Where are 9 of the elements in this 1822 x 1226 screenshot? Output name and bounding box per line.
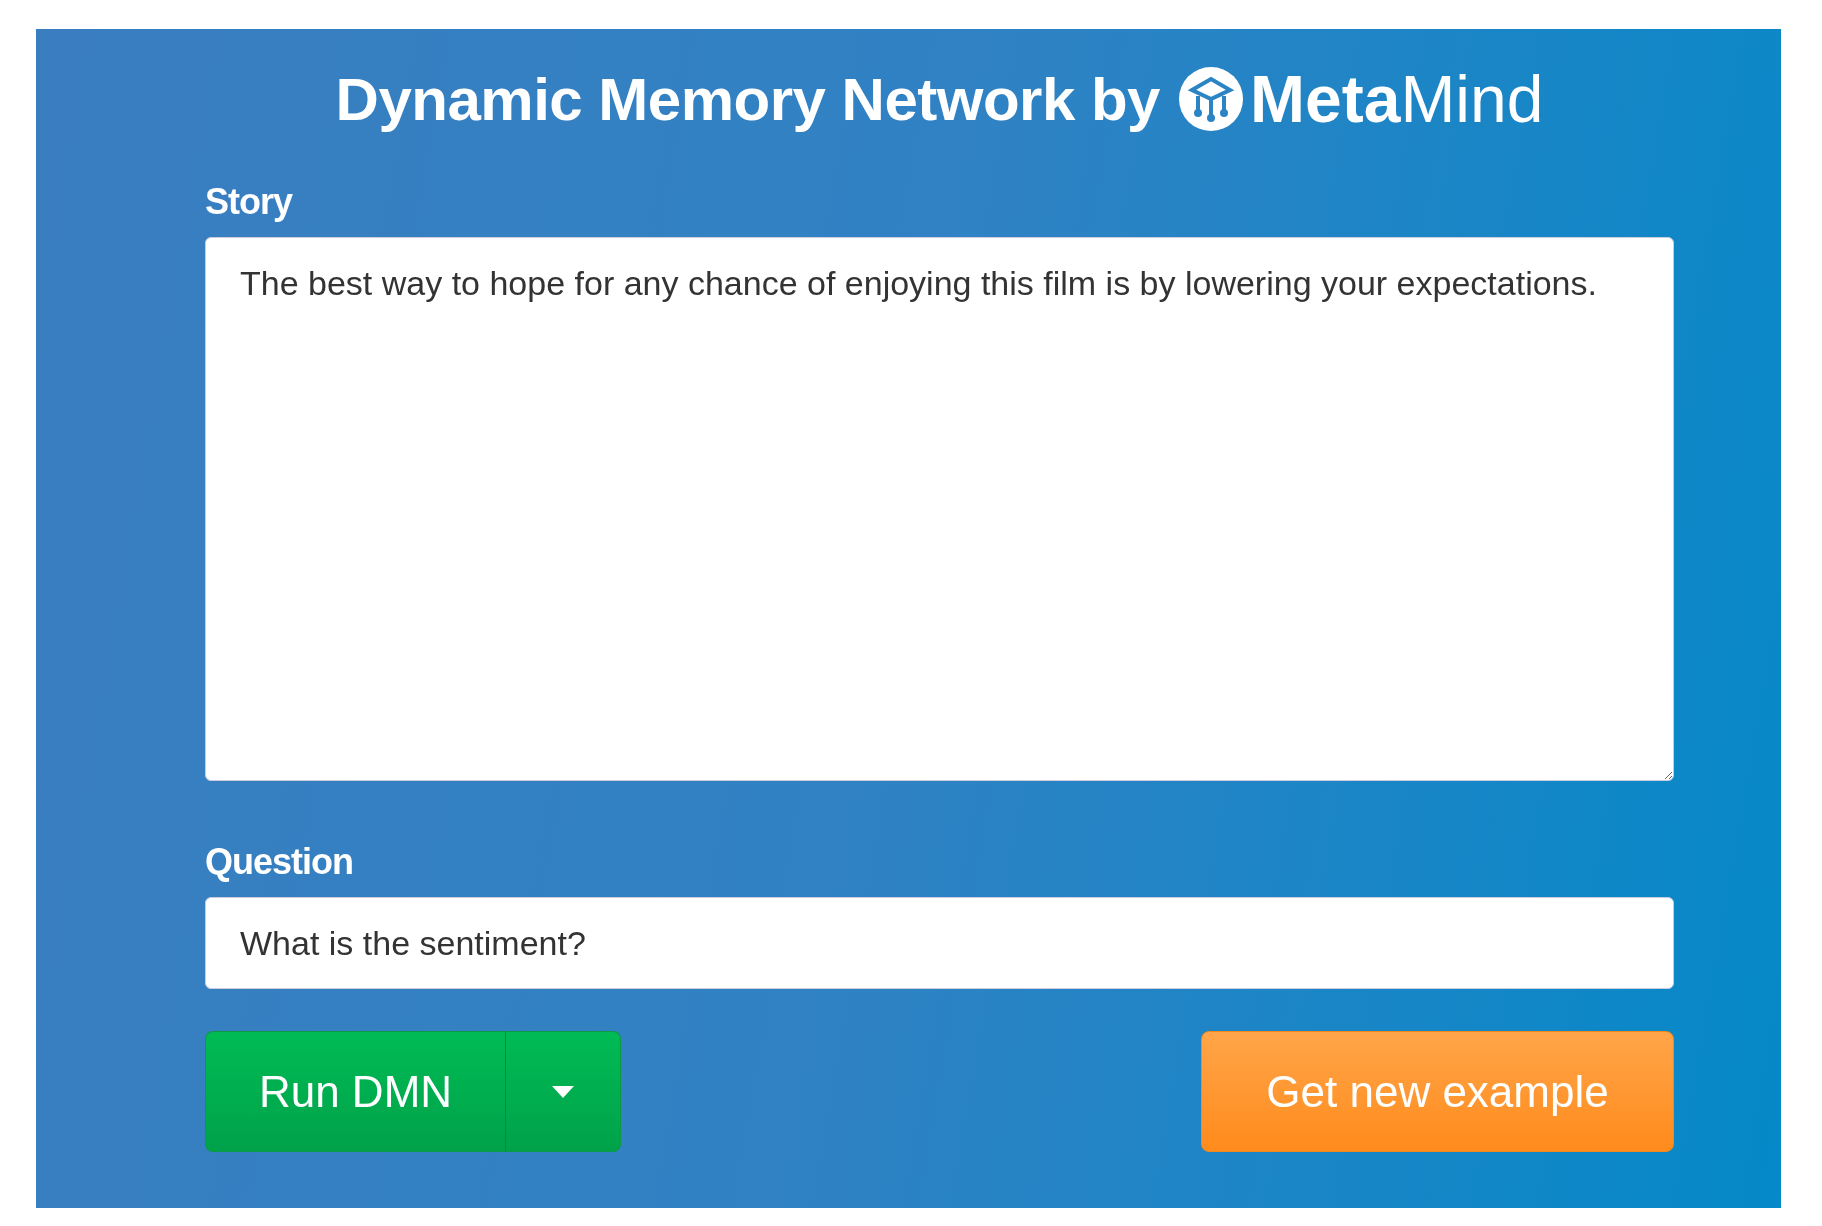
- logo-text: MetaMind: [1250, 61, 1544, 137]
- logo-icon: [1178, 66, 1244, 132]
- question-label: Question: [205, 841, 354, 883]
- question-field[interactable]: What is the sentiment?: [205, 897, 1674, 989]
- caret-icon: [552, 1085, 574, 1098]
- dropdown-button[interactable]: [506, 1031, 621, 1152]
- page-title: Dynamic Memory Network by: [335, 64, 1160, 134]
- story-field[interactable]: The best way to hope for any chance of enjoying this film is by lowering your expectations.: [205, 237, 1674, 781]
- story-label: Story: [205, 181, 294, 223]
